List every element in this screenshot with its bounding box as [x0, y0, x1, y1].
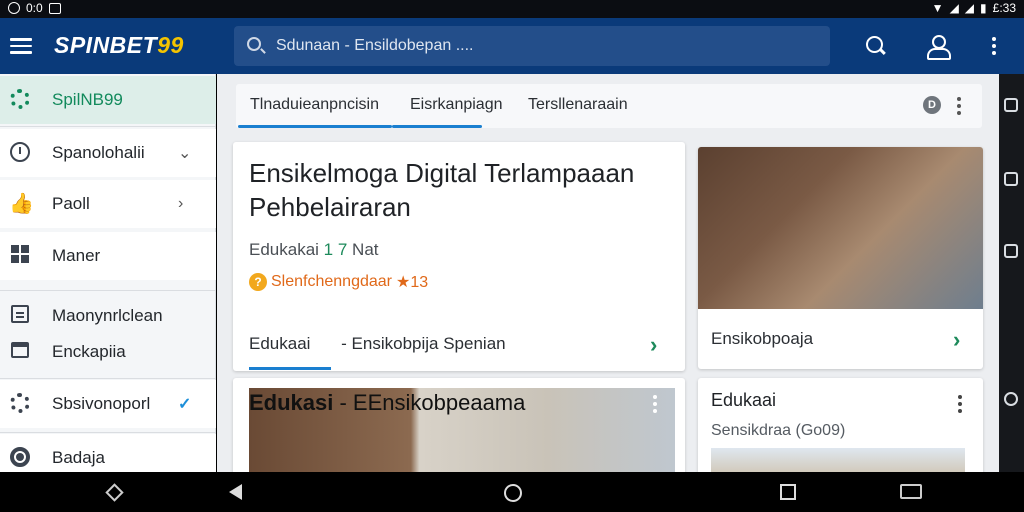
brand-logo[interactable]: SPINBET99	[54, 32, 184, 59]
sidebar-item-enckapiia[interactable]: Enckapiia	[0, 328, 216, 376]
tab-tersllenaraain[interactable]: Tersllenaraain	[528, 96, 628, 114]
signal-icon: ◢	[964, 1, 975, 15]
sidebar-divider	[0, 290, 216, 291]
signal-icon: ◢	[949, 1, 959, 15]
more-options-icon[interactable]	[958, 392, 962, 413]
photo-icon	[48, 2, 61, 14]
tab-indicator	[392, 125, 482, 128]
card-caption: Ensikobpoaja	[711, 329, 814, 348]
wifi-icon: ▼	[931, 1, 944, 15]
search-icon	[247, 37, 261, 51]
meta-extra: Nat	[352, 240, 379, 259]
menu-icon[interactable]	[10, 38, 32, 54]
account-icon[interactable]	[926, 34, 951, 60]
star-icon: ★13	[395, 274, 429, 291]
keyboard-icon[interactable]	[900, 484, 922, 499]
home-icon[interactable]	[504, 484, 522, 502]
card-rating: ? Slenfchenngdaar ★13	[249, 272, 428, 292]
badge-icon	[9, 447, 31, 469]
more-options-icon[interactable]	[653, 392, 657, 413]
card-title: Edukaai	[711, 390, 777, 410]
footer-link[interactable]: - Ensikobpija Spenian	[341, 334, 505, 353]
side-edge-panel	[999, 74, 1024, 472]
checkmark-icon: ✓	[178, 396, 192, 413]
featured-card[interactable]: Ensikelmoga Digital Terlampaaan Pehbelai…	[233, 142, 685, 371]
edge-button-icon[interactable]	[1004, 244, 1018, 258]
card-image	[711, 448, 965, 472]
sidebar-divider	[0, 126, 216, 127]
info-card[interactable]: Edukaai Sensikdraa (Go09)	[698, 378, 983, 472]
chevron-down-icon: ⌄	[178, 145, 192, 162]
book-icon	[9, 305, 31, 327]
sidebar-item-spanolohalii[interactable]: Spanolohalii ⌄	[0, 129, 216, 177]
chevron-right-icon[interactable]: ›	[953, 327, 960, 353]
main-content: Tlnaduieanpncisin Eisrkanpiagn Tersllena…	[217, 74, 999, 472]
status-bar: 0:0 ▼ ◢ ◢ ▮ £:33	[0, 0, 1024, 18]
sidebar-item-maner[interactable]: Maner	[0, 232, 216, 280]
edge-button-icon[interactable]	[1004, 98, 1018, 112]
gear-icon	[9, 89, 31, 111]
chevron-right-icon[interactable]: ›	[650, 332, 657, 358]
card-meta: Edukakai 1 7 Nat	[249, 240, 379, 259]
thumb-icon: 👍	[9, 193, 34, 215]
system-nav-bar	[0, 472, 1024, 512]
search-input[interactable]	[276, 32, 816, 60]
tab-tlnaduieanpncisin[interactable]: Tlnaduieanpncisin	[250, 96, 379, 114]
sidebar: SpilNB99 Spanolohalii ⌄ 👍 Paoll › Maner …	[0, 74, 216, 482]
card-footer: Edukaai - Ensikobpija Spenian	[249, 334, 506, 354]
calendar-icon	[9, 341, 31, 363]
diamond-icon[interactable]	[105, 483, 124, 502]
student-laptop-image	[698, 147, 983, 309]
article-card[interactable]: Edukasi - EEnsikobpeaama	[233, 378, 685, 472]
card-title: Ensikelmoga Digital Terlampaaan Pehbelai…	[249, 158, 635, 222]
edge-button-icon[interactable]	[1004, 172, 1018, 186]
more-options-icon[interactable]	[984, 34, 1004, 58]
footer-active-indicator	[249, 367, 331, 370]
status-time: £:33	[992, 1, 1016, 15]
card-title: Edukasi - EEnsikobpeaama	[249, 390, 526, 415]
grid-icon	[9, 245, 31, 267]
tab-active-indicator	[238, 125, 392, 128]
info-icon[interactable]: D	[923, 96, 941, 114]
app-bar: SPINBET99	[0, 18, 1024, 74]
tab-bar: Tlnaduieanpncisin Eisrkanpiagn Tersllena…	[236, 84, 982, 128]
clock-icon	[9, 142, 31, 164]
sidebar-divider	[0, 378, 216, 379]
status-clock: 0:0	[26, 1, 43, 15]
sidebar-item-spinb99[interactable]: SpilNB99	[0, 76, 216, 124]
footer-tab-edukaai[interactable]: Edukaai	[249, 334, 310, 353]
chevron-right-icon: ›	[178, 195, 184, 212]
image-card[interactable]: Ensikobpoaja ›	[698, 147, 983, 369]
notification-icon	[8, 2, 20, 14]
edge-button-icon[interactable]	[1004, 392, 1018, 406]
recents-icon[interactable]	[780, 484, 796, 500]
card-subtitle: Sensikdraa (Go09)	[711, 422, 846, 439]
tab-eisrkanpiagn[interactable]: Eisrkanpiagn	[410, 96, 503, 114]
search-button[interactable]	[864, 34, 888, 58]
settings-icon	[9, 393, 31, 415]
more-options-icon[interactable]	[957, 94, 961, 115]
sidebar-item-paoll[interactable]: 👍 Paoll ›	[0, 180, 216, 228]
back-icon[interactable]	[229, 484, 242, 500]
meta-count: 1 7	[323, 240, 348, 259]
warning-icon: ?	[249, 273, 267, 291]
battery-icon: ▮	[980, 1, 987, 15]
search-bar[interactable]	[234, 26, 830, 66]
sidebar-item-sbsivonoporl[interactable]: Sbsivonoporl ✓	[0, 380, 216, 428]
sidebar-divider	[0, 432, 216, 433]
